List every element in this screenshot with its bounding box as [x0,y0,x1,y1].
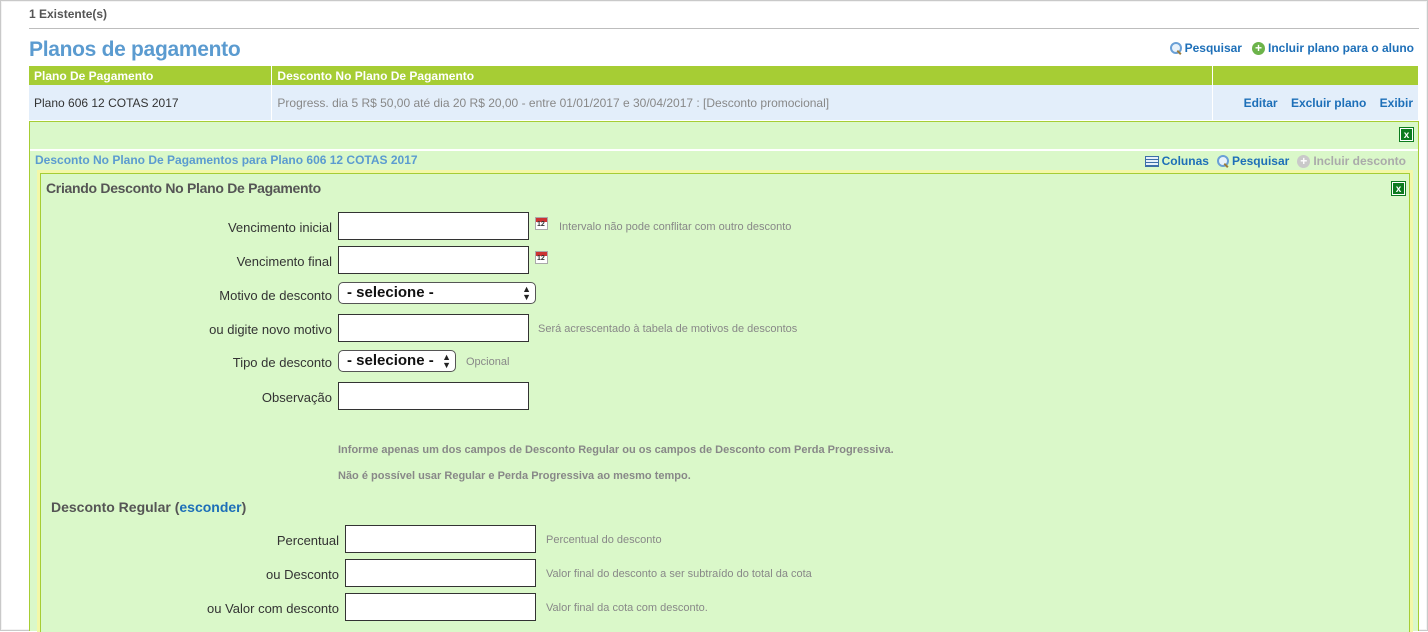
columns-icon [1144,155,1159,167]
notice-text: Não é possível usar Regular e Perda Prog… [338,470,691,482]
motivo-selected: - selecione - [347,284,434,301]
cell-plan: Plano 606 12 COTAS 2017 [29,85,273,120]
motivo-select[interactable]: - selecione - ▲ ▼ [338,282,536,304]
top-toolbar: Pesquisar + Incluir plano para o aluno [1169,41,1414,55]
discount-search-link[interactable]: Pesquisar [1216,154,1290,168]
edit-link[interactable]: Editar [1244,96,1278,110]
motivo-label: Motivo de desconto [219,288,332,303]
panel-close-button[interactable]: x [1399,127,1414,142]
discount-toolbar: Colunas Pesquisar + Incluir desconto [1144,154,1406,168]
percentual-label: Percentual [276,533,339,548]
tipo-label: Tipo de desconto [232,355,332,370]
percentual-hint: Percentual do desconto [546,534,662,546]
calendar-icon[interactable]: 12 [535,251,548,264]
novo-motivo-input[interactable] [338,314,529,342]
chevron-updown-icon: ▲ ▼ [522,284,531,302]
regular-title: Desconto Regular [51,499,171,515]
add-discount-label: Incluir desconto [1313,154,1406,168]
plans-table: Plano De Pagamento Desconto No Plano De … [29,66,1420,120]
venc-inicial-label: Vencimento inicial [227,220,332,235]
valor-label: ou Valor com desconto [207,601,339,616]
tipo-selected: - selecione - [347,352,434,369]
calendar-icon[interactable]: 12 [535,217,548,230]
desconto-label: ou Desconto [266,567,339,582]
venc-final-label: Vencimento final [236,254,332,269]
novo-motivo-hint: Será acrescentado à tabela de motivos de… [538,323,798,335]
tipo-hint: Opcional [466,356,510,368]
search-label: Pesquisar [1184,41,1242,55]
delete-plan-link[interactable]: Excluir plano [1291,96,1366,110]
desconto-hint: Valor final do desconto a ser subtraído … [546,568,812,580]
columns-label: Colunas [1161,154,1209,168]
venc-final-input[interactable] [338,246,529,274]
add-icon: + [1251,41,1265,55]
form-title: Criando Desconto No Plano De Pagamento [46,180,321,196]
hide-toggle-link[interactable]: esconder [179,499,241,515]
form-wrapper: Criando Desconto No Plano De Pagamento x… [37,170,1413,632]
column-header-plan[interactable]: Plano De Pagamento [29,66,273,85]
percentual-input[interactable] [345,525,536,553]
cell-discount: Progress. dia 5 R$ 50,00 até dia 20 R$ 2… [271,85,1213,120]
discount-search-label: Pesquisar [1231,154,1290,168]
search-icon [1169,42,1182,54]
add-plan-label: Incluir plano para o aluno [1267,41,1414,55]
table-header-row: Plano De Pagamento Desconto No Plano De … [29,66,1420,85]
divider [29,28,1419,29]
tipo-select[interactable]: - selecione - ▲ ▼ [338,350,456,372]
search-icon [1216,155,1229,167]
valor-input[interactable] [345,593,536,621]
observacao-label: Observação [261,390,332,405]
chevron-updown-icon: ▲ ▼ [442,352,451,370]
venc-inicial-input[interactable] [338,212,529,240]
table-row: Plano 606 12 COTAS 2017 Progress. dia 5 … [29,85,1420,120]
discount-panel-title: Desconto No Plano De Pagamentos para Pla… [35,153,418,167]
column-header-actions [1212,66,1420,85]
existing-count: 1 Existente(s) [29,7,108,21]
valor-hint: Valor final da cota com desconto. [546,602,708,614]
panel-divider [30,149,1418,151]
add-icon: + [1297,154,1311,168]
add-discount-link[interactable]: + Incluir desconto [1297,154,1406,168]
columns-link[interactable]: Colunas [1144,154,1209,168]
notice-text: Informe apenas um dos campos de Desconto… [338,444,894,456]
discount-form: Criando Desconto No Plano De Pagamento x… [40,173,1410,632]
form-close-button[interactable]: x [1391,181,1406,196]
venc-inicial-hint: Intervalo não pode conflitar com outro d… [559,221,792,233]
novo-motivo-label: ou digite novo motivo [209,322,332,337]
page-title: Planos de pagamento [29,38,241,61]
column-header-discount[interactable]: Desconto No Plano De Pagamento [271,66,1213,85]
cell-actions: Editar Excluir plano Exibir [1212,85,1420,120]
add-plan-link[interactable]: + Incluir plano para o aluno [1251,41,1414,55]
search-link[interactable]: Pesquisar [1169,41,1242,55]
discount-panel: x Desconto No Plano De Pagamentos para P… [29,121,1419,632]
regular-section-title: Desconto Regular (esconder) [51,499,247,515]
desconto-input[interactable] [345,559,536,587]
observacao-input[interactable] [338,382,529,410]
view-link[interactable]: Exibir [1380,96,1413,110]
